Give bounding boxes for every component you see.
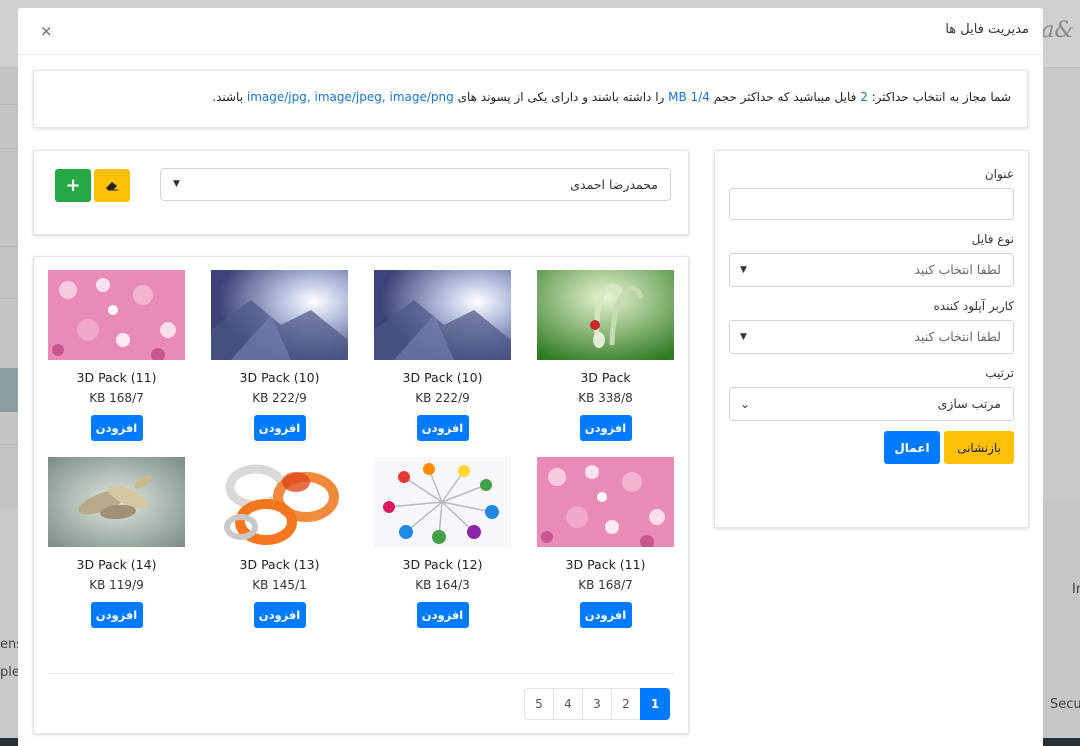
thumbnail-candy-cane[interactable] — [537, 270, 674, 360]
file-name: 3D Pack (13) — [239, 557, 320, 572]
file-size: KB 168/7 — [89, 391, 144, 405]
background-sidebar — [0, 68, 18, 508]
file-card: 3D Pack (10) KB 222/9 افزودن — [374, 270, 511, 441]
file-card: 3D Pack KB 338/8 افزودن — [537, 270, 674, 441]
caret-down-icon: ▼ — [173, 179, 180, 189]
add-file-button[interactable]: افزودن — [90, 415, 143, 441]
file-card: 3D Pack (13) KB 145/1 افزودن — [211, 457, 348, 628]
file-type-value: لطفا انتخاب کنید — [914, 262, 1001, 277]
add-file-button[interactable]: افزودن — [416, 602, 469, 628]
eraser-icon — [106, 181, 118, 190]
background-active-item — [0, 368, 18, 412]
uploader-label: کاربر آپلود کننده — [933, 299, 1014, 313]
background-text: In — [1072, 582, 1080, 597]
add-file-button[interactable]: افزودن — [253, 415, 306, 441]
notice-text: را داشته باشند و دارای یکی از پسوند های — [453, 90, 669, 104]
add-file-button[interactable]: افزودن — [90, 602, 143, 628]
plus-icon: + — [65, 175, 81, 196]
uploader-value: لطفا انتخاب کنید — [914, 329, 1001, 344]
sort-value: مرتب سازی — [937, 396, 1001, 411]
file-name: 3D Pack — [580, 370, 631, 385]
thumbnail-pink-crystals[interactable] — [48, 270, 185, 360]
apply-button[interactable]: اعمال — [884, 431, 940, 464]
background-divider — [0, 246, 18, 247]
file-size: KB 338/8 — [578, 391, 633, 405]
background-text: plea — [0, 665, 18, 680]
add-file-button[interactable]: افزودن — [579, 415, 632, 441]
file-name: 3D Pack (12) — [402, 557, 483, 572]
notice-text: شما مجاز به انتخاب حداکثر: — [867, 90, 1011, 104]
background-text: Secu — [1050, 697, 1080, 712]
clear-selection-button[interactable] — [94, 169, 130, 202]
file-manager-modal: مدیریت فایل ها × شما مجاز به انتخاب حداک… — [18, 8, 1043, 746]
upload-rules-notice: شما مجاز به انتخاب حداکثر: 2 فایل میباشی… — [33, 70, 1028, 128]
notice-text: باشند. — [212, 90, 247, 104]
user-select[interactable]: محمدرضا احمدی ▼ — [160, 168, 671, 201]
page-link-1[interactable]: 1 — [640, 688, 670, 720]
gallery-divider — [48, 673, 674, 674]
add-file-button[interactable]: افزودن — [579, 602, 632, 628]
title-input[interactable] — [729, 188, 1014, 220]
modal-header: مدیریت فایل ها × — [18, 8, 1043, 55]
sort-label: ترتیب — [985, 366, 1014, 380]
page-link-4[interactable]: 4 — [553, 688, 583, 720]
add-file-button[interactable]: افزودن — [416, 415, 469, 441]
caret-down-icon: ▼ — [740, 265, 747, 275]
background-divider — [0, 148, 18, 149]
file-name: 3D Pack (10) — [239, 370, 320, 385]
file-type-select[interactable]: لطفا انتخاب کنید ▼ — [729, 253, 1014, 287]
file-size: KB 222/9 — [415, 391, 470, 405]
thumbnail-metal-leaves[interactable] — [48, 457, 185, 547]
thumbnail-orange-glass-rings[interactable] — [211, 457, 348, 547]
page-link-2[interactable]: 2 — [611, 688, 641, 720]
thumbnail-pink-crystals[interactable] — [537, 457, 674, 547]
background-divider — [0, 444, 18, 445]
background-divider — [0, 298, 18, 299]
reset-button[interactable]: بازنشانی — [944, 431, 1014, 464]
file-card: 3D Pack (11) KB 168/7 افزودن — [537, 457, 674, 628]
file-name: 3D Pack (11) — [565, 557, 646, 572]
filter-panel: عنوان نوع فایل لطفا انتخاب کنید ▼ کاربر … — [714, 150, 1029, 528]
thumbnail-abstract-blue[interactable] — [211, 270, 348, 360]
sort-select[interactable]: مرتب سازی ⌄ — [729, 387, 1014, 421]
uploader-select[interactable]: لطفا انتخاب کنید ▼ — [729, 320, 1014, 354]
modal-title: مدیریت فایل ها — [945, 22, 1029, 37]
user-select-value: محمدرضا احمدی — [570, 177, 658, 192]
file-size: KB 119/9 — [89, 578, 144, 592]
close-icon[interactable]: × — [40, 22, 53, 40]
chevron-down-icon: ⌄ — [740, 397, 751, 411]
file-gallery: 3D Pack KB 338/8 افزودن 3D Pack (10) KB … — [33, 256, 689, 734]
page-link-5[interactable]: 5 — [524, 688, 554, 720]
add-file-button[interactable]: + — [55, 169, 91, 202]
file-card: 3D Pack (11) KB 168/7 افزودن — [48, 270, 185, 441]
file-size: KB 145/1 — [252, 578, 307, 592]
file-size: KB 164/3 — [415, 578, 470, 592]
file-name: 3D Pack (14) — [76, 557, 157, 572]
file-name: 3D Pack (10) — [402, 370, 483, 385]
background-logo: a& — [1041, 18, 1074, 43]
notice-text: فایل میباشید که حداکثر حجم — [709, 90, 861, 104]
add-file-button[interactable]: افزودن — [253, 602, 306, 628]
notice-max-size: MB 1/4 — [668, 90, 710, 104]
background-divider — [0, 104, 18, 105]
thumbnail-colored-pins[interactable] — [374, 457, 511, 547]
file-card: 3D Pack (14) KB 119/9 افزودن — [48, 457, 185, 628]
page-link-3[interactable]: 3 — [582, 688, 612, 720]
thumbnail-abstract-blue[interactable] — [374, 270, 511, 360]
file-card: 3D Pack (12) KB 164/3 افزودن — [374, 457, 511, 628]
notice-extensions: image/jpg, image/jpeg, image/png — [246, 90, 454, 104]
background-text: ensu — [0, 637, 18, 652]
caret-down-icon: ▼ — [740, 332, 747, 342]
pagination: 5 4 3 2 1 — [524, 688, 670, 720]
title-label: عنوان — [984, 167, 1014, 181]
file-size: KB 222/9 — [252, 391, 307, 405]
file-size: KB 168/7 — [578, 578, 633, 592]
file-name: 3D Pack (11) — [76, 370, 157, 385]
file-card: 3D Pack (10) KB 222/9 افزودن — [211, 270, 348, 441]
notice-max-files: 2 — [860, 90, 868, 104]
file-type-label: نوع فایل — [971, 232, 1014, 246]
user-selection-panel: + محمدرضا احمدی ▼ — [33, 150, 689, 235]
